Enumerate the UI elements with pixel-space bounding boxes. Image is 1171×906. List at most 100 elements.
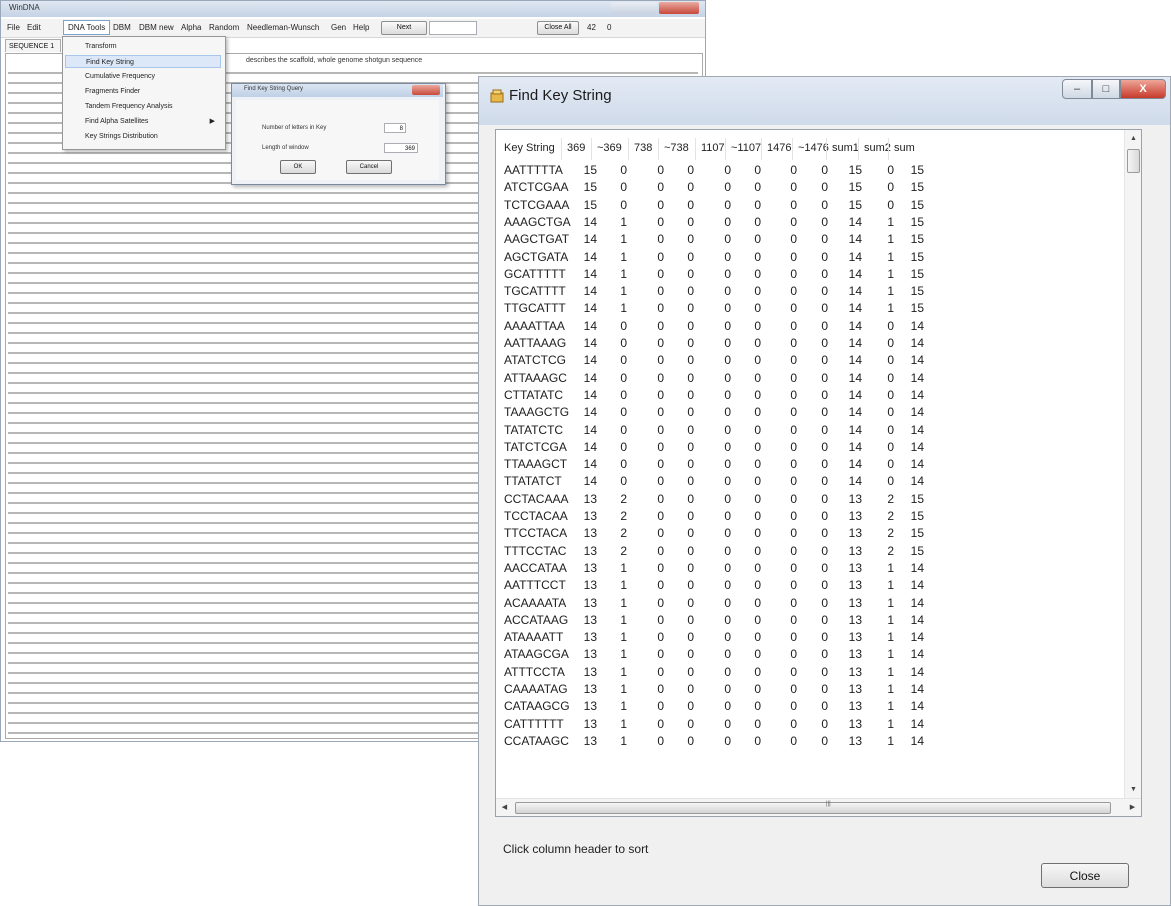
- column-header[interactable]: Key String: [504, 142, 555, 154]
- query-dialog-close-button[interactable]: [412, 85, 440, 95]
- toolbar-input[interactable]: [429, 21, 477, 35]
- table-row[interactable]: TTGCATTT 14 1 0 0 0 0 0 0 14 1 15: [496, 300, 1124, 317]
- table-row[interactable]: ATCTCGAA 15 0 0 0 0 0 0 0 15 0 15: [496, 179, 1124, 196]
- column-separator[interactable]: [725, 138, 726, 160]
- menu-item-transform[interactable]: Transform: [65, 40, 221, 53]
- table-row[interactable]: ACAAAATA 13 1 0 0 0 0 0 0 13 1 14: [496, 595, 1124, 612]
- column-separator[interactable]: [792, 138, 793, 160]
- scroll-up-arrow-icon[interactable]: ▲: [1125, 130, 1141, 147]
- table-row[interactable]: CCATAAGC 13 1 0 0 0 0 0 0 13 1 14: [496, 733, 1124, 750]
- menu-random[interactable]: Random: [209, 23, 239, 32]
- menu-item-find-alpha-satellites[interactable]: Find Alpha Satellites ▶: [65, 115, 221, 128]
- column-header[interactable]: 369: [567, 142, 585, 154]
- table-row[interactable]: AAAGCTGA 14 1 0 0 0 0 0 0 14 1 15: [496, 214, 1124, 231]
- key-letters-input[interactable]: 8: [384, 123, 406, 133]
- table-row[interactable]: TAAAGCTG 14 0 0 0 0 0 0 0 14 0 14: [496, 404, 1124, 421]
- horizontal-scrollbar[interactable]: ◀ ||| ▶: [496, 798, 1141, 816]
- menu-dbm[interactable]: DBM: [113, 23, 131, 32]
- sequence-file-tab[interactable]: SEQUENCE 1: [5, 39, 61, 52]
- column-header[interactable]: sum2: [864, 142, 891, 154]
- menu-needleman-wunsch[interactable]: Needleman-Wunsch: [247, 23, 319, 32]
- column-separator[interactable]: [658, 138, 659, 160]
- menu-gen[interactable]: Gen: [331, 23, 346, 32]
- menu-item-find-key-string[interactable]: Find Key String: [65, 55, 221, 68]
- column-header[interactable]: ~738: [664, 142, 689, 154]
- column-separator[interactable]: [761, 138, 762, 160]
- table-row[interactable]: ATATCTCG 14 0 0 0 0 0 0 0 14 0 14: [496, 352, 1124, 369]
- count-cell: 14: [910, 612, 924, 627]
- column-separator[interactable]: [858, 138, 859, 160]
- table-row[interactable]: AATTTTTA 15 0 0 0 0 0 0 0 15 0 15: [496, 162, 1124, 179]
- column-separator[interactable]: [561, 138, 562, 160]
- table-row[interactable]: CAAAATAG 13 1 0 0 0 0 0 0 13 1 14: [496, 681, 1124, 698]
- table-row[interactable]: CATAAGCG 13 1 0 0 0 0 0 0 13 1 14: [496, 698, 1124, 715]
- column-header[interactable]: ~1107: [731, 142, 761, 154]
- table-row[interactable]: TGCATTTT 14 1 0 0 0 0 0 0 14 1 15: [496, 283, 1124, 300]
- column-header[interactable]: sum: [894, 142, 915, 154]
- table-row[interactable]: TTAAAGCT 14 0 0 0 0 0 0 0 14 0 14: [496, 456, 1124, 473]
- table-row[interactable]: CCTACAAA 13 2 0 0 0 0 0 0 13 2 15: [496, 491, 1124, 508]
- column-header[interactable]: ~1476: [798, 142, 829, 154]
- table-row[interactable]: TATATCTC 14 0 0 0 0 0 0 0 14 0 14: [496, 422, 1124, 439]
- column-header[interactable]: 1476: [767, 142, 791, 154]
- toolbar-close-all-button[interactable]: Close All: [537, 21, 579, 35]
- column-separator[interactable]: [591, 138, 592, 160]
- maximize-button[interactable]: □: [1092, 79, 1120, 99]
- table-row[interactable]: AGCTGATA 14 1 0 0 0 0 0 0 14 1 15: [496, 249, 1124, 266]
- table-row[interactable]: AAAATTAA 14 0 0 0 0 0 0 0 14 0 14: [496, 318, 1124, 335]
- column-separator[interactable]: [695, 138, 696, 160]
- main-close-button[interactable]: [659, 2, 699, 14]
- query-ok-button[interactable]: OK: [280, 160, 316, 174]
- count-cell: 0: [821, 560, 828, 575]
- table-row[interactable]: TATCTCGA 14 0 0 0 0 0 0 0 14 0 14: [496, 439, 1124, 456]
- close-button[interactable]: Close: [1041, 863, 1129, 888]
- column-header[interactable]: sum1: [832, 142, 859, 154]
- table-row[interactable]: ATAAAATT 13 1 0 0 0 0 0 0 13 1 14: [496, 629, 1124, 646]
- menu-item-cumulative-frequency[interactable]: Cumulative Frequency: [65, 70, 221, 83]
- horizontal-scroll-thumb[interactable]: [515, 802, 1111, 814]
- table-row[interactable]: AATTTCCT 13 1 0 0 0 0 0 0 13 1 14: [496, 577, 1124, 594]
- window-length-input[interactable]: 369: [384, 143, 418, 153]
- scroll-right-arrow-icon[interactable]: ▶: [1124, 799, 1141, 816]
- minimize-button[interactable]: –: [1062, 79, 1092, 99]
- column-header[interactable]: 738: [634, 142, 652, 154]
- vertical-scrollbar[interactable]: ▲ ▼: [1124, 130, 1141, 798]
- table-row[interactable]: GCATTTTT 14 1 0 0 0 0 0 0 14 1 15: [496, 266, 1124, 283]
- menu-dna-tools[interactable]: DNA Tools: [63, 20, 111, 35]
- column-header[interactable]: 1107: [701, 142, 725, 154]
- table-row[interactable]: TCCTACAA 13 2 0 0 0 0 0 0 13 2 15: [496, 508, 1124, 525]
- column-separator[interactable]: [826, 138, 827, 160]
- query-cancel-button[interactable]: Cancel: [346, 160, 392, 174]
- table-row[interactable]: CATTTTTT 13 1 0 0 0 0 0 0 13 1 14: [496, 716, 1124, 733]
- table-row[interactable]: ATTAAAGC 14 0 0 0 0 0 0 0 14 0 14: [496, 370, 1124, 387]
- scroll-down-arrow-icon[interactable]: ▼: [1125, 781, 1141, 798]
- menu-dbm-new[interactable]: DBM new: [139, 23, 174, 32]
- table-row[interactable]: AACCATAA 13 1 0 0 0 0 0 0 13 1 14: [496, 560, 1124, 577]
- column-separator[interactable]: [628, 138, 629, 160]
- table-row[interactable]: CTTATATC 14 0 0 0 0 0 0 0 14 0 14: [496, 387, 1124, 404]
- table-row[interactable]: TTCCTACA 13 2 0 0 0 0 0 0 13 2 15: [496, 525, 1124, 542]
- menu-item-fragments-finder[interactable]: Fragments Finder: [65, 85, 221, 98]
- menu-item-key-strings-distribution[interactable]: Key Strings Distribution: [65, 130, 221, 143]
- column-header[interactable]: ~369: [597, 142, 622, 154]
- table-row[interactable]: AAGCTGAT 14 1 0 0 0 0 0 0 14 1 15: [496, 231, 1124, 248]
- toolbar-next-button[interactable]: Next: [381, 21, 427, 35]
- table-row[interactable]: ATAAGCGA 13 1 0 0 0 0 0 0 13 1 14: [496, 646, 1124, 663]
- table-row[interactable]: AATTAAAG 14 0 0 0 0 0 0 0 14 0 14: [496, 335, 1124, 352]
- close-window-button[interactable]: X: [1120, 79, 1166, 99]
- table-row[interactable]: TTTCCTAC 13 2 0 0 0 0 0 0 13 2 15: [496, 543, 1124, 560]
- column-separator[interactable]: [888, 138, 889, 160]
- main-min-max-buttons[interactable]: [611, 2, 657, 14]
- menu-file[interactable]: File: [7, 23, 20, 32]
- table-row[interactable]: TTATATCT 14 0 0 0 0 0 0 0 14 0 14: [496, 473, 1124, 490]
- menu-help[interactable]: Help: [353, 23, 369, 32]
- menu-edit[interactable]: Edit: [27, 23, 41, 32]
- key-string-list-view[interactable]: Key String 369 ~369 738 ~738 1107 ~1107 1476 ~14…: [495, 129, 1142, 817]
- menu-item-tandem-frequency[interactable]: Tandem Frequency Analysis: [65, 100, 221, 113]
- table-row[interactable]: TCTCGAAA 15 0 0 0 0 0 0 0 15 0 15: [496, 197, 1124, 214]
- table-row[interactable]: ATTTCCTA 13 1 0 0 0 0 0 0 13 1 14: [496, 664, 1124, 681]
- table-row[interactable]: ACCATAAG 13 1 0 0 0 0 0 0 13 1 14: [496, 612, 1124, 629]
- vertical-scroll-thumb[interactable]: [1127, 149, 1140, 173]
- menu-alpha[interactable]: Alpha: [181, 23, 201, 32]
- scroll-left-arrow-icon[interactable]: ◀: [496, 799, 513, 816]
